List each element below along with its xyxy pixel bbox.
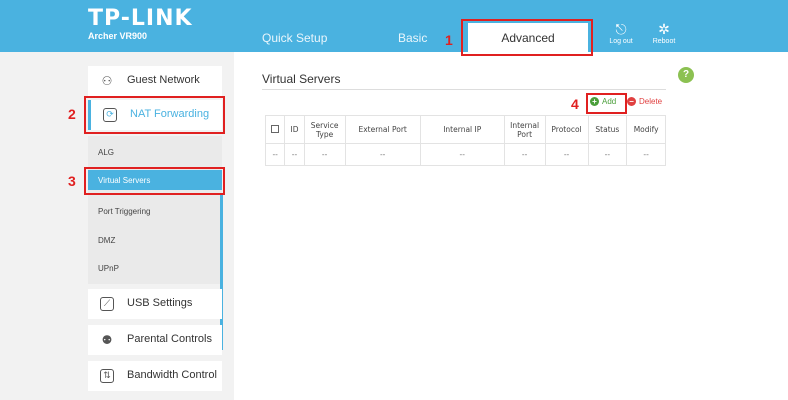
reboot-button[interactable]: ✲ Reboot [649, 22, 679, 45]
brand-logo: TP-LINK Archer VR900 [88, 8, 193, 42]
logout-label: Log out [609, 38, 633, 45]
sidebar-item-label: Guest Network [127, 74, 200, 86]
top-header: TP-LINK Archer VR900 Quick Setup Basic A… [0, 0, 788, 52]
annotation-box-advanced [461, 19, 593, 56]
delete-label: Delete [639, 97, 663, 106]
page-title: Virtual Servers [262, 72, 341, 86]
select-all-checkbox[interactable] [271, 124, 280, 133]
annotation-box-virtual-servers [84, 167, 225, 195]
select-all-checkbox-cell[interactable] [264, 115, 286, 144]
submenu-item-dmz[interactable]: DMZ [98, 236, 115, 245]
title-divider [262, 89, 666, 90]
sidebar-item-parental-controls[interactable]: ⚉ Parental Controls [88, 325, 222, 355]
annotation-number: 3 [68, 173, 76, 189]
table-row: -- -- -- -- -- -- -- -- -- [264, 143, 666, 166]
brand-name: TP-LINK [88, 6, 193, 31]
guest-network-icon: ⚇ [101, 74, 113, 88]
logout-button[interactable]: ⎋ Log out [606, 22, 636, 45]
annotation-number: 1 [445, 32, 453, 48]
tab-basic[interactable]: Basic [398, 31, 427, 45]
annotation-number: 4 [571, 96, 579, 112]
submenu-item-upnp[interactable]: UPnP [98, 264, 119, 273]
parental-controls-icon: ⚉ [101, 333, 113, 347]
sidebar-item-guest-network[interactable]: ⚇ Guest Network [88, 66, 222, 96]
table-cell: -- [626, 143, 666, 166]
reboot-icon: ✲ [658, 21, 670, 37]
usb-icon: ⟋ [100, 297, 114, 311]
table-cell: -- [419, 143, 505, 166]
sidebar-item-label: Bandwidth Control [127, 369, 217, 381]
annotation-box-nat-forwarding [84, 96, 225, 134]
submenu-item-alg[interactable]: ALG [98, 148, 114, 157]
logout-icon: ⎋ [615, 21, 627, 37]
column-header: Internal IP [419, 115, 505, 144]
sidebar-item-label: USB Settings [127, 297, 193, 309]
table-cell: -- [503, 143, 546, 166]
table-header-row: ID Service Type External Port Internal I… [264, 115, 666, 144]
column-header: Protocol [544, 115, 589, 144]
table-cell: -- [587, 143, 628, 166]
tab-quick-setup[interactable]: Quick Setup [262, 31, 327, 45]
table-cell: -- [544, 143, 589, 166]
sidebar-item-label: Parental Controls [127, 333, 212, 345]
column-header: Internal Port [503, 115, 546, 144]
minus-icon: − [627, 97, 636, 106]
table-cell: -- [264, 143, 286, 166]
column-header: External Port [344, 115, 421, 144]
table-cell: -- [303, 143, 346, 166]
column-header: Modify [626, 115, 666, 144]
brand-model: Archer VR900 [88, 31, 148, 41]
virtual-servers-table: ID Service Type External Port Internal I… [264, 115, 666, 166]
table-cell: -- [344, 143, 421, 166]
sidebar-item-usb-settings[interactable]: ⟋ USB Settings [88, 289, 222, 319]
reboot-label: Reboot [652, 38, 676, 45]
annotation-number: 2 [68, 106, 76, 122]
sidebar-item-bandwidth-control[interactable]: ⇅ Bandwidth Control [88, 361, 222, 391]
bandwidth-icon: ⇅ [100, 369, 114, 383]
column-header: Service Type [303, 115, 346, 144]
nat-submenu: ALG Virtual Servers Port Triggering DMZ … [88, 136, 222, 284]
table-cell: -- [284, 143, 305, 166]
delete-button[interactable]: − Delete [627, 97, 662, 106]
column-header: Status [587, 115, 628, 144]
help-icon[interactable]: ? [678, 67, 694, 83]
submenu-item-port-triggering[interactable]: Port Triggering [98, 207, 150, 216]
column-header: ID [284, 115, 305, 144]
annotation-box-add [586, 93, 627, 114]
